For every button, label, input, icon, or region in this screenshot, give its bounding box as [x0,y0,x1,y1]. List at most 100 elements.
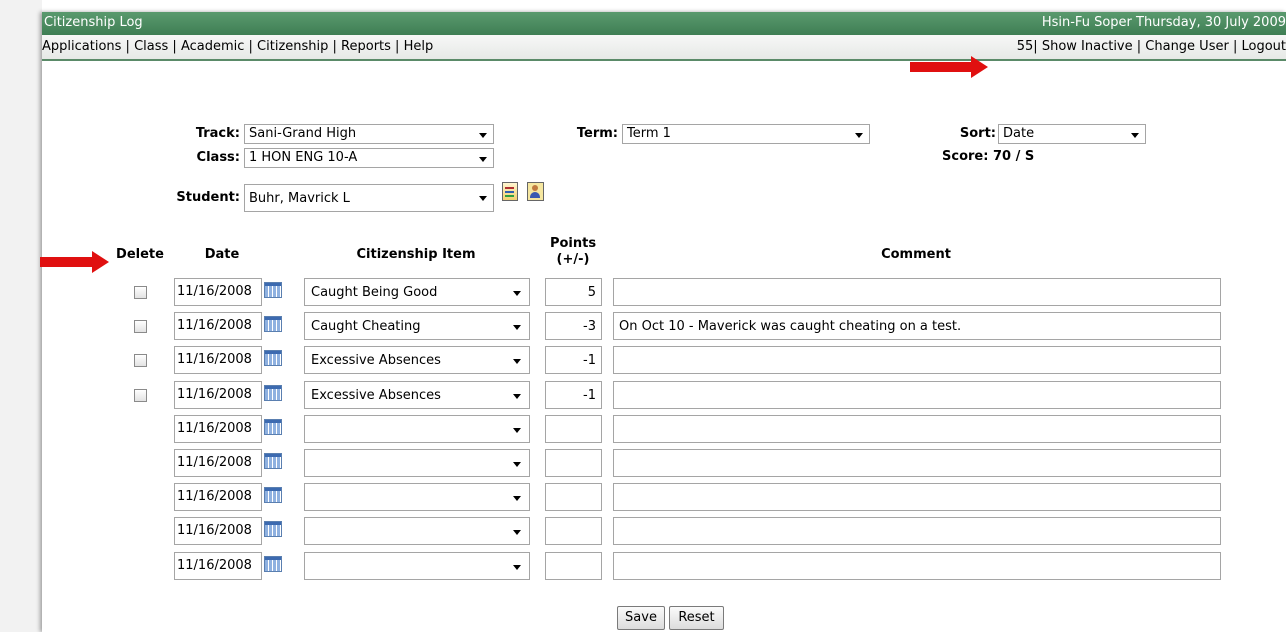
term-select[interactable]: Term 1 [622,124,870,144]
date-field[interactable]: 11/16/2008 [174,517,262,546]
main-menu: Applications | Class | Academic | Citize… [42,39,434,54]
chevron-down-icon [479,133,487,138]
date-value: 11/16/2008 [177,318,252,334]
chevron-down-icon [513,530,521,536]
delete-checkbox[interactable] [134,354,147,368]
calendar-icon[interactable] [264,350,282,367]
points-value: -3 [583,319,596,335]
date-field[interactable]: 11/16/2008 [174,449,262,477]
date-field[interactable]: 11/16/2008 [174,414,262,443]
comment-field[interactable] [613,278,1221,306]
class-value: 1 HON ENG 10-A [249,150,358,165]
chevron-down-icon [513,325,521,331]
points-value: -1 [583,387,596,403]
date-field[interactable]: 11/16/2008 [174,278,262,306]
date-value: 11/16/2008 [177,489,252,505]
sort-select[interactable]: Date [998,124,1146,144]
date-field[interactable]: 11/16/2008 [174,551,262,580]
points-value: -1 [583,353,596,369]
comment-field[interactable] [613,517,1221,546]
report-card-icon[interactable] [502,182,518,201]
citizenship-item-select[interactable] [304,517,530,546]
citizenship-item-select[interactable]: Excessive Absences [304,380,530,409]
chevron-down-icon [855,133,863,138]
calendar-icon[interactable] [264,316,282,333]
menu-academic[interactable]: Academic [181,39,244,54]
comment-field[interactable] [613,346,1221,375]
comment-field[interactable]: On Oct 10 - Maverick was caught cheating… [613,312,1221,341]
comment-field[interactable] [613,380,1221,409]
track-value: Sani-Grand High [249,126,357,141]
citizenship-item-select[interactable]: Excessive Absences [304,346,530,375]
class-select[interactable]: 1 HON ENG 10-A [244,148,494,168]
calendar-icon[interactable] [264,487,282,504]
delete-checkbox[interactable] [134,286,147,299]
points-field[interactable]: -1 [545,380,602,409]
delete-checkbox[interactable] [134,320,147,334]
comment-field[interactable] [613,414,1221,443]
citizenship-item-select[interactable]: Caught Cheating [304,312,530,341]
score-text: Score: 70 / S [942,149,1035,164]
points-field[interactable] [545,449,602,477]
chevron-down-icon [513,359,521,365]
points-field[interactable] [545,483,602,512]
student-profile-icon[interactable] [527,182,544,201]
menu-applications[interactable]: Applications [42,39,121,54]
points-field[interactable]: 5 [545,278,602,306]
calendar-icon[interactable] [264,453,282,469]
date-field[interactable]: 11/16/2008 [174,483,262,512]
reset-button[interactable]: Reset [669,606,724,630]
menu-reports[interactable]: Reports [341,39,391,54]
date-field[interactable]: 11/16/2008 [174,380,262,409]
chevron-down-icon [479,157,487,162]
comment-field[interactable] [613,551,1221,580]
citizenship-item-select[interactable] [304,414,530,443]
delete-checkbox[interactable] [134,388,147,402]
user-date: Hsin-Fu Soper Thursday, 30 July 2009 [1041,15,1286,30]
points-field[interactable] [545,414,602,443]
menu-partial-text: 55| [1016,39,1038,54]
date-value: 11/16/2008 [177,386,252,402]
date-field[interactable]: 11/16/2008 [174,346,262,375]
points-field[interactable] [545,551,602,580]
calendar-icon[interactable] [264,555,282,572]
user-menu: 55| Show Inactive | Change User | Logout [1016,39,1286,54]
points-value: 5 [587,285,596,300]
menu-help[interactable]: Help [404,39,434,54]
menu-citizenship[interactable]: Citizenship [257,39,328,54]
student-label: Student: [176,190,240,205]
citizenship-item-select[interactable]: Caught Being Good [304,278,530,306]
comment-field[interactable] [613,449,1221,477]
save-button[interactable]: Save [617,606,665,630]
header-comment: Comment [881,247,951,262]
calendar-icon[interactable] [264,282,282,298]
student-select[interactable]: Buhr, Mavrick L [244,184,494,212]
calendar-icon[interactable] [264,384,282,401]
app-title: Citizenship Log [44,15,143,30]
points-field[interactable] [545,517,602,546]
points-field[interactable]: -3 [545,312,602,341]
chevron-down-icon [513,496,521,502]
annotation-arrow-delete [40,251,109,273]
menu-show-inactive[interactable]: Show Inactive [1042,39,1133,54]
date-value: 11/16/2008 [177,455,252,470]
chevron-down-icon [513,393,521,399]
chevron-down-icon [1131,133,1139,138]
menu-class[interactable]: Class [134,39,168,54]
menu-change-user[interactable]: Change User [1145,39,1229,54]
calendar-icon[interactable] [264,418,282,435]
citizenship-item-select[interactable] [304,551,530,580]
calendar-icon[interactable] [264,521,282,538]
header-points-sign: (+/-) [556,252,590,267]
citizenship-item-select[interactable] [304,449,530,477]
citizenship-item-value: Excessive Absences [311,353,441,369]
comment-field[interactable] [613,483,1221,512]
menu-logout[interactable]: Logout [1241,39,1286,54]
header-points: Points [549,236,597,251]
track-select[interactable]: Sani-Grand High [244,124,494,144]
points-field[interactable]: -1 [545,346,602,375]
date-field[interactable]: 11/16/2008 [174,312,262,341]
student-value: Buhr, Mavrick L [249,191,350,206]
citizenship-item-select[interactable] [304,483,530,512]
citizenship-item-value: Caught Cheating [311,319,421,335]
